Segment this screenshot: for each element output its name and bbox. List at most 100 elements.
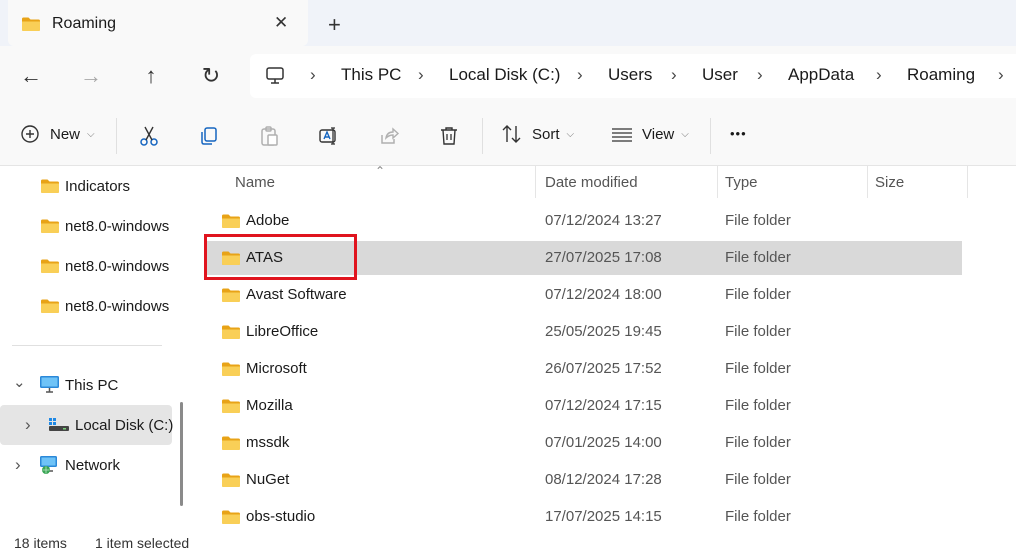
sidebar-scrollbar[interactable]: [180, 402, 183, 506]
column-header-type[interactable]: Type: [725, 166, 758, 198]
file-name: Avast Software: [246, 286, 347, 303]
file-type: File folder: [725, 212, 791, 229]
more-options-button[interactable]: •••: [730, 126, 747, 141]
item-count: 18 items: [14, 535, 67, 551]
file-type: File folder: [725, 360, 791, 377]
folder-icon: [40, 298, 60, 314]
sidebar-item-indicators[interactable]: Indicators: [0, 166, 172, 206]
file-name: Mozilla: [246, 397, 293, 414]
close-tab-button[interactable]: ✕: [274, 13, 288, 33]
sort-button[interactable]: Sort ⌵: [501, 124, 574, 144]
breadcrumb-this-pc[interactable]: This PC: [341, 65, 401, 85]
tab-title: Roaming: [52, 15, 117, 32]
delete-button[interactable]: [437, 124, 461, 148]
date-modified: 25/05/2025 19:45: [545, 323, 662, 340]
column-divider[interactable]: [867, 166, 868, 198]
table-row[interactable]: Mozilla 07/12/2024 17:15 File folder: [204, 389, 962, 423]
view-icon: [612, 128, 632, 142]
date-modified: 26/07/2025 17:52: [545, 360, 662, 377]
sort-label: Sort: [532, 125, 560, 143]
chevron-down-icon: ⌵: [87, 128, 95, 140]
file-list: ⌃ Name Date modified Type Size Adobe 07/…: [192, 164, 1016, 528]
monitor-icon: [266, 67, 284, 84]
chevron-down-icon[interactable]: ⌄: [13, 373, 26, 391]
column-header-size[interactable]: Size: [875, 166, 904, 198]
column-divider[interactable]: [535, 166, 536, 198]
table-row[interactable]: NuGet 08/12/2024 17:28 File folder: [204, 463, 962, 497]
sidebar-item-label: This PC: [65, 377, 119, 394]
sidebar-item-label: net8.0-windows: [65, 298, 170, 315]
folder-icon: [21, 16, 41, 32]
table-row[interactable]: mssdk 07/01/2025 14:00 File folder: [204, 426, 962, 460]
chevron-right-icon[interactable]: ›: [15, 455, 21, 475]
column-divider[interactable]: [967, 166, 968, 198]
rename-icon: [319, 127, 336, 145]
chevron-down-icon: ⌵: [566, 128, 575, 140]
new-label: New: [50, 125, 81, 143]
share-button[interactable]: [377, 124, 401, 148]
file-name: obs-studio: [246, 508, 316, 525]
sidebar-item-label: Local Disk (C:): [75, 417, 174, 434]
column-header-name[interactable]: Name: [235, 166, 275, 198]
folder-icon: [221, 398, 241, 414]
sidebar-item-network[interactable]: › Network: [0, 445, 172, 485]
column-header-date-modified[interactable]: Date modified: [545, 166, 638, 198]
back-button[interactable]: ←: [14, 60, 48, 92]
breadcrumb-appdata[interactable]: AppData: [788, 65, 854, 85]
divider: [12, 345, 162, 346]
up-button[interactable]: ↑: [134, 60, 168, 92]
breadcrumb-local-disk[interactable]: Local Disk (C:): [449, 65, 560, 85]
file-name: Adobe: [246, 212, 290, 229]
date-modified: 17/07/2025 14:15: [545, 508, 662, 525]
navigation-bar: ← → ↑ ↻ › This PC › Local Disk (C:) › Us…: [0, 46, 1016, 106]
chevron-down-icon: ⌵: [681, 128, 689, 140]
cut-button[interactable]: [137, 124, 161, 148]
file-type: File folder: [725, 434, 791, 451]
table-row[interactable]: Adobe 07/12/2024 13:27 File folder: [204, 204, 962, 238]
forward-button[interactable]: →: [74, 60, 108, 92]
breadcrumb-separator: ›: [876, 65, 882, 84]
table-row[interactable]: Microsoft 26/07/2025 17:52 File folder: [204, 352, 962, 386]
breadcrumb-user[interactable]: User: [702, 65, 738, 85]
folder-icon: [40, 258, 60, 274]
table-row[interactable]: LibreOffice 25/05/2025 19:45 File folder: [204, 315, 962, 349]
rename-button[interactable]: [317, 124, 341, 148]
refresh-button[interactable]: ↻: [194, 60, 228, 92]
breadcrumb-separator: ›: [998, 65, 1004, 84]
date-modified: 07/12/2024 17:15: [545, 397, 662, 414]
sidebar-item-net8[interactable]: net8.0-windows: [0, 206, 172, 246]
breadcrumb-separator: ›: [310, 65, 316, 84]
sort-icon: [502, 125, 521, 143]
copy-icon: [201, 127, 217, 145]
highlight-annotation: [204, 234, 357, 280]
breadcrumb-users[interactable]: Users: [608, 65, 652, 85]
folder-icon: [221, 324, 241, 340]
folder-icon: [40, 218, 60, 234]
view-button[interactable]: View ⌵: [611, 124, 689, 144]
file-name: Microsoft: [246, 360, 307, 377]
breadcrumb-roaming[interactable]: Roaming: [907, 65, 975, 85]
folder-icon: [221, 435, 241, 451]
new-button[interactable]: New ⌵: [20, 124, 95, 144]
sidebar-item-this-pc[interactable]: ⌄ This PC: [0, 365, 172, 405]
sidebar-item-net8[interactable]: net8.0-windows: [0, 286, 172, 326]
breadcrumb-separator: ›: [671, 65, 677, 84]
add-circle-icon: [21, 125, 39, 143]
new-tab-button[interactable]: +: [328, 12, 341, 38]
command-bar: New ⌵ Sort ⌵ View ⌵ •••: [0, 106, 1016, 166]
sidebar-item-local-disk[interactable]: › Local Disk (C:): [0, 405, 174, 445]
copy-button[interactable]: [197, 124, 221, 148]
address-bar[interactable]: › This PC › Local Disk (C:) › Users › Us…: [250, 54, 1016, 98]
chevron-right-icon[interactable]: ›: [25, 415, 31, 435]
tab-roaming[interactable]: Roaming ✕: [8, 0, 308, 46]
divider: [710, 118, 711, 154]
table-row[interactable]: Avast Software 07/12/2024 18:00 File fol…: [204, 278, 962, 312]
sidebar-item-net8[interactable]: net8.0-windows: [0, 246, 172, 286]
column-divider[interactable]: [717, 166, 718, 198]
clipboard-icon: [261, 126, 278, 146]
file-name: mssdk: [246, 434, 290, 451]
date-modified: 08/12/2024 17:28: [545, 471, 662, 488]
file-type: File folder: [725, 286, 791, 303]
paste-button[interactable]: [257, 124, 281, 148]
file-name: LibreOffice: [246, 323, 319, 340]
